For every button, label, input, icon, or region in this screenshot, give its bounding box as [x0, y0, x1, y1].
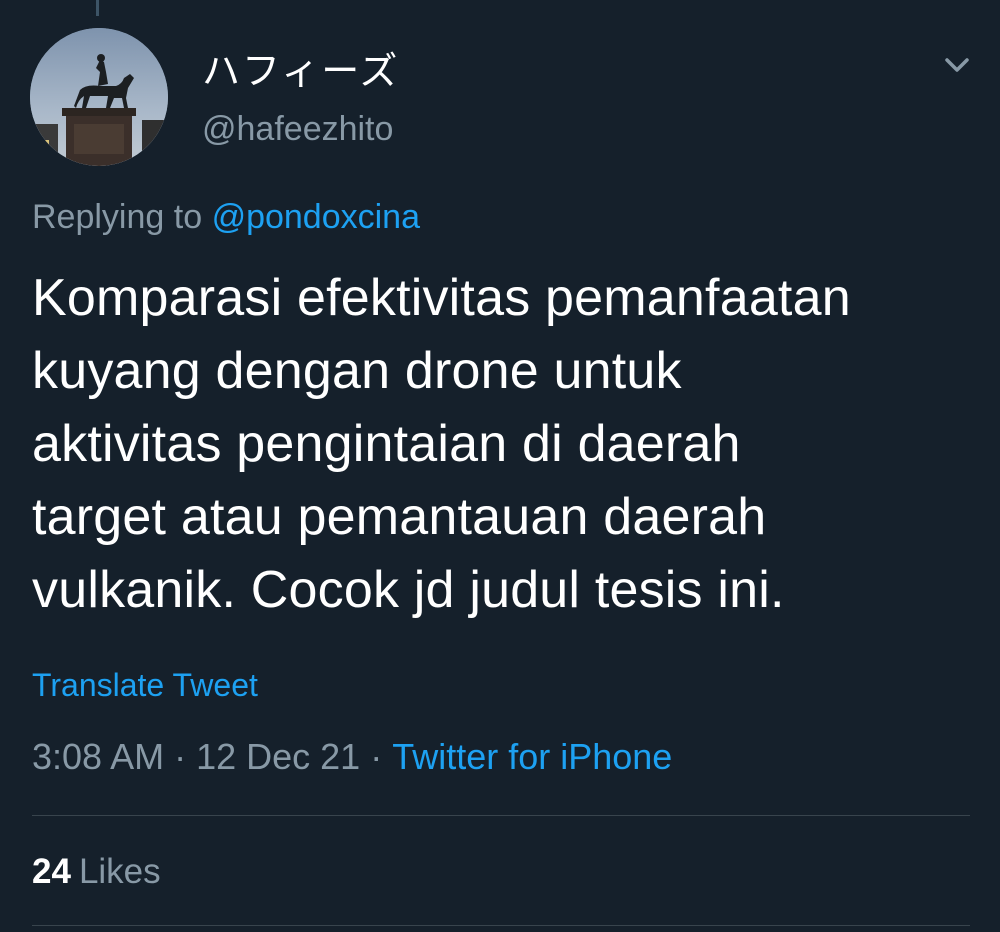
tweet-source-link[interactable]: Twitter for iPhone [392, 736, 672, 777]
tweet-time: 3:08 AM [32, 736, 165, 777]
replying-to-label: Replying to [32, 198, 203, 236]
tweet-date[interactable]: 12 Dec 21 [196, 736, 360, 777]
display-name[interactable]: ハフィーズ [202, 40, 399, 95]
chevron-down-icon[interactable] [940, 48, 974, 82]
tweet-text-line: Komparasi efektivitas pemanfaatan [32, 269, 851, 327]
likes-label: Likes [78, 852, 161, 891]
meta-separator: · [174, 736, 187, 777]
replying-to-mention-link[interactable]: @pondoxcina [212, 198, 420, 236]
user-handle[interactable]: @hafeezhito [202, 110, 393, 149]
replying-to-line: Replying to @pondoxcina [32, 198, 420, 237]
likes-stat[interactable]: 24 Likes [32, 852, 161, 892]
tweet-body: Komparasi efektivitas pemanfaatan kuyang… [32, 262, 982, 627]
tweet-text-line: kuyang dengan drone untuk [32, 342, 682, 400]
avatar[interactable] [30, 28, 168, 166]
tweet-text-line: vulkanik. Cocok jd judul tesis ini. [32, 561, 785, 619]
meta-separator: · [370, 736, 383, 777]
translate-tweet-link[interactable]: Translate Tweet [32, 667, 258, 704]
likes-count: 24 [32, 852, 71, 891]
tweet-header: ハフィーズ @hafeezhito [30, 22, 980, 172]
tweet-metadata: 3:08 AM · 12 Dec 21 · Twitter for iPhone [32, 736, 672, 778]
divider [32, 925, 970, 926]
tweet-text-line: target atau pemantauan daerah [32, 488, 767, 546]
thread-connector-line [96, 0, 99, 16]
divider [32, 815, 970, 816]
avatar-statue-image [30, 28, 168, 166]
tweet-text-line: aktivitas pengintaian di daerah [32, 415, 741, 473]
